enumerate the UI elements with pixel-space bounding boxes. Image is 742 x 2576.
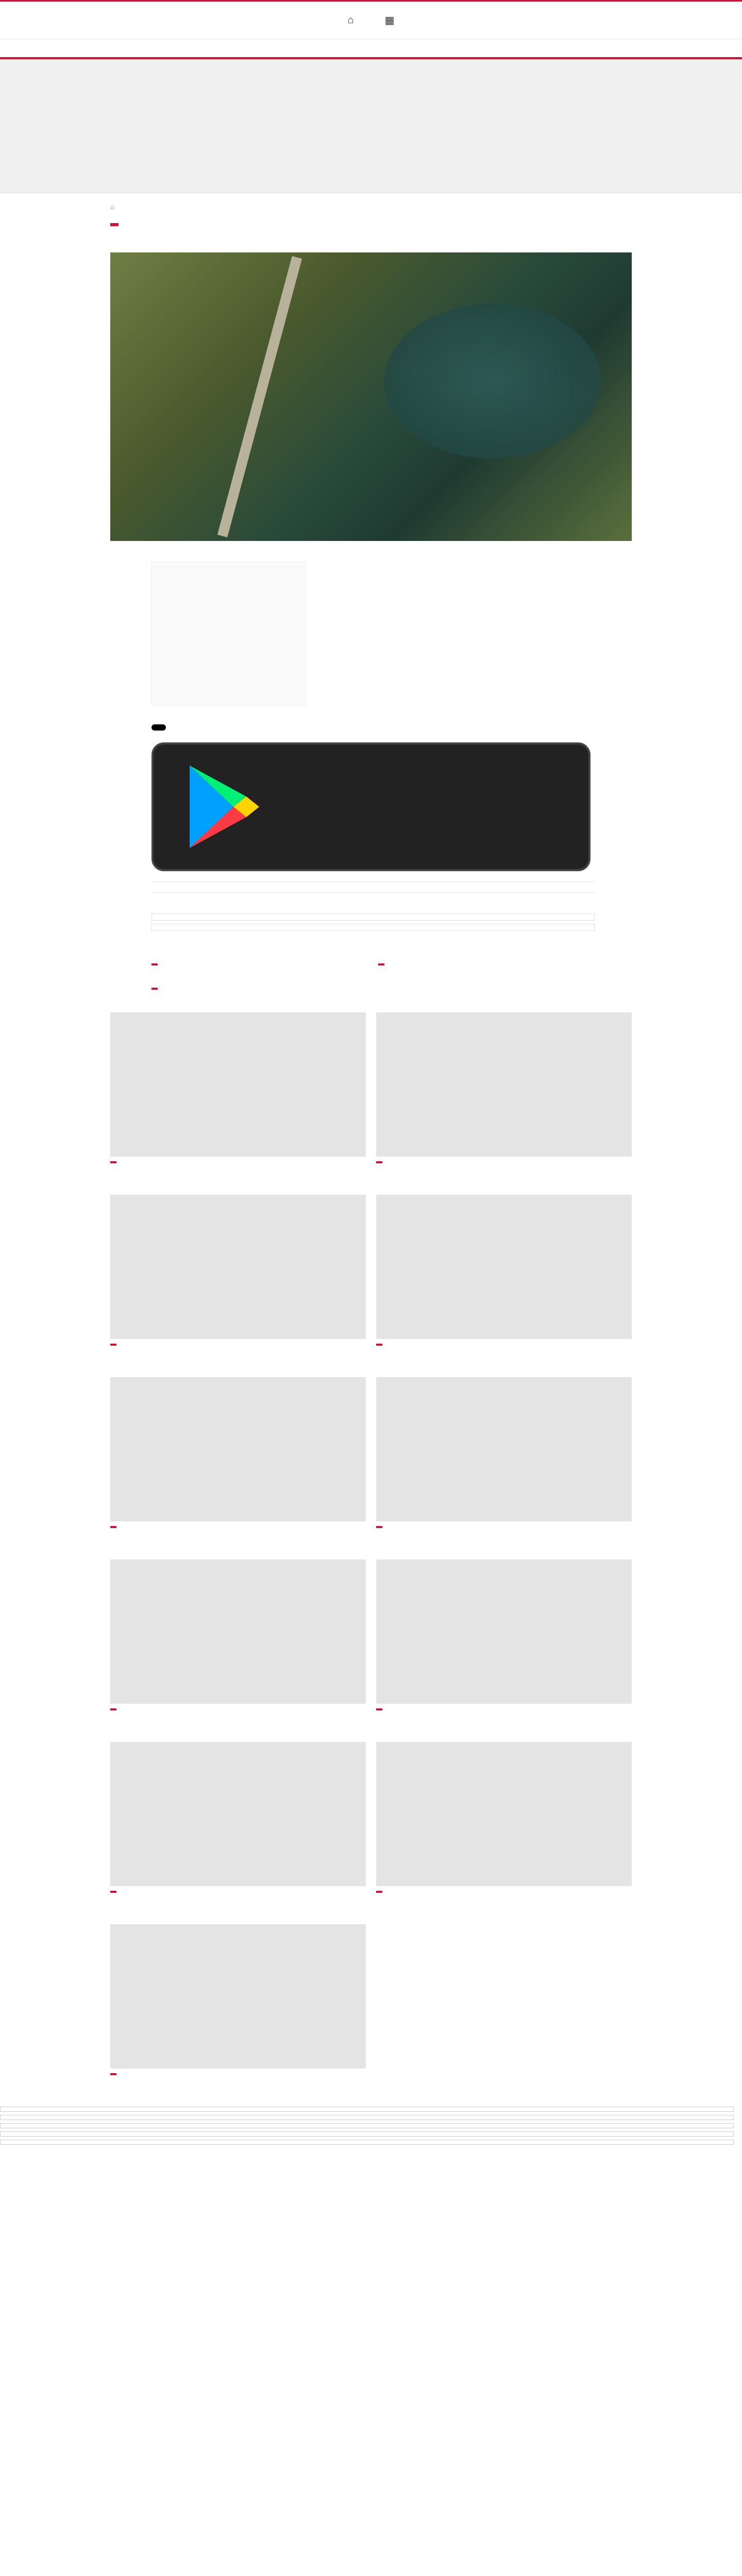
tile-tag [376,1891,382,1893]
news-tile[interactable] [110,1742,366,1899]
main-nav [0,39,742,57]
footer-select[interactable] [0,2107,734,2112]
appstore-button[interactable] [151,724,166,731]
news-tile[interactable] [110,1924,366,2081]
card-tag [151,987,158,990]
card-tag [151,963,158,966]
google-play-icon [190,765,259,848]
news-tile[interactable] [376,1012,632,1169]
tile-tag [376,1708,382,1711]
related-item[interactable] [151,923,595,931]
tile-tag [110,1344,116,1346]
hero-river [384,304,601,459]
footer-select[interactable] [0,2123,734,2129]
tile-image [110,1012,366,1157]
tile-tag [376,1161,382,1164]
google-play-button[interactable] [151,742,591,871]
news-tile[interactable] [110,1560,366,1716]
more-grid [151,959,595,997]
news-tile[interactable] [376,1742,632,1899]
card-tag [378,963,384,966]
tile-tag [110,1526,116,1529]
tile-image [376,1377,632,1522]
grid-icon: ▦ [384,14,395,26]
tile-tag [110,1161,116,1164]
news-tile[interactable] [376,1377,632,1534]
tile-image [110,1924,366,2069]
tile-image [110,1195,366,1340]
home-icon: ⌂ [347,14,354,26]
tile-image [376,1560,632,1704]
header: ⌂ ▦ [0,2,742,39]
footer [0,2107,742,2145]
footer-select[interactable] [0,2140,734,2145]
news-tile[interactable] [110,1377,366,1534]
other-news [110,1012,632,2096]
player-label [152,562,306,568]
home-icon[interactable]: ⌂ [110,204,114,211]
news-tile[interactable] [376,1195,632,1351]
tile-image [110,1560,366,1704]
tile-tag [110,1708,116,1711]
tile-image [376,1742,632,1887]
other-news-grid [110,1012,632,2096]
more-card[interactable] [151,984,368,997]
article-body [151,719,595,997]
tile-tag [376,1526,382,1529]
tile-image [376,1195,632,1340]
video-player[interactable] [151,562,306,706]
tile-tag [110,1891,116,1893]
more-card[interactable] [151,959,368,973]
hero-road [217,256,302,538]
article-container: ⌂ [110,193,632,2096]
tile-tag [376,1344,382,1346]
tile-image [110,1742,366,1887]
footer-select[interactable] [0,2131,734,2137]
footer-select[interactable] [0,2115,734,2121]
related-item[interactable] [151,913,595,921]
menu-button[interactable]: ▦ [385,14,395,27]
tile-image [110,1377,366,1522]
related-topics [151,913,595,931]
news-tile[interactable] [110,1195,366,1351]
category-badge[interactable] [110,223,119,226]
news-tile[interactable] [110,1012,366,1169]
tile-tag [110,2073,116,2076]
tile-image [376,1012,632,1157]
divider [151,892,595,893]
news-tile[interactable] [376,1560,632,1716]
ad-banner [0,59,742,193]
home-button[interactable]: ⌂ [348,14,354,26]
more-card[interactable] [378,959,595,973]
breadcrumb: ⌂ [110,204,632,211]
hero-image [110,252,632,541]
